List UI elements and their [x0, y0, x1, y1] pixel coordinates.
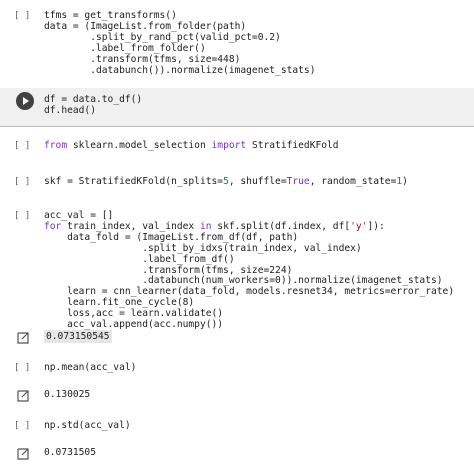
code-editor[interactable]: np.std(acc_val)	[44, 420, 464, 432]
code-line: df.head()	[44, 104, 96, 116]
code-text: sklearn.model_selection	[67, 140, 212, 151]
cell-run-indicator[interactable]: [ ]	[14, 363, 36, 373]
code-cell-mean[interactable]: [ ] np.mean(acc_val)	[0, 362, 474, 378]
keyword: import	[211, 140, 247, 151]
code-cell-std[interactable]: [ ] np.std(acc_val)	[0, 420, 474, 436]
code-line: loss,acc = learn.validate()	[44, 308, 224, 320]
code-line: np.mean(acc_val)	[44, 362, 137, 373]
code-line: data_fold = (ImageList.from_df(df, path)	[44, 231, 299, 243]
code-text: train_index, val_index	[61, 220, 200, 232]
cell-run-indicator[interactable]: [ ]	[14, 211, 36, 221]
code-editor[interactable]: acc_val = [] for train_index, val_index …	[44, 210, 464, 331]
code-line: np.std(acc_val)	[44, 420, 131, 431]
code-editor[interactable]: df = data.to_df() df.head()	[44, 94, 464, 117]
output-value: 0.0731505	[44, 447, 96, 458]
code-cell-skf[interactable]: [ ] skf = StratifiedKFold(n_splits=5, sh…	[0, 174, 474, 194]
cell-output: 0.0731505	[0, 446, 474, 462]
output-value: 0.130025	[44, 389, 91, 400]
keyword: for	[44, 220, 62, 232]
code-text: ]):	[367, 220, 385, 232]
code-text: StratifiedKFold	[246, 140, 339, 151]
cell-run-indicator[interactable]: [ ]	[14, 141, 36, 151]
code-line: .split_by_idxs(train_index, val_index)	[44, 242, 362, 254]
code-line: .databunch()).normalize(imagenet_stats)	[44, 64, 316, 76]
cell-output: 0.130025	[0, 388, 474, 404]
code-cell-cv-loop[interactable]: [ ] acc_val = [] for train_index, val_in…	[0, 208, 474, 330]
code-cell-import[interactable]: [ ] from sklearn.model_selection import …	[0, 138, 474, 158]
cell-run-indicator[interactable]: [ ]	[14, 421, 36, 431]
code-cell-transforms[interactable]: [ ] tfms = get_transforms() data = (Imag…	[0, 8, 474, 80]
output-arrow-icon	[17, 448, 29, 460]
code-editor[interactable]: skf = StratifiedKFold(n_splits=5, shuffl…	[44, 176, 464, 188]
code-line: .label_from_folder()	[44, 42, 206, 54]
code-line: df = data.to_df()	[44, 94, 143, 105]
output-arrow-icon	[17, 390, 29, 402]
keyword: True	[286, 176, 310, 187]
code-line: acc_val.append(acc.numpy())	[44, 319, 224, 331]
keyword: from	[44, 140, 68, 151]
code-editor[interactable]: from sklearn.model_selection import Stra…	[44, 140, 464, 152]
output-value: 0.073150545	[44, 330, 112, 343]
code-line: learn = cnn_learner(data_fold, models.re…	[44, 286, 455, 298]
code-line: acc_val = []	[44, 210, 114, 221]
code-text: skf = StratifiedKFold(n_splits=	[44, 176, 224, 187]
code-line: .transform(tfms, size=448)	[44, 53, 241, 65]
code-text: , random_state=	[309, 176, 397, 187]
code-text: skf.split(df.index, df[	[211, 220, 351, 232]
code-line: .databunch(num_workers=0)).normalize(ima…	[44, 275, 443, 287]
string-literal: 'y'	[350, 220, 368, 232]
code-text: , shuffle=	[228, 176, 287, 187]
code-line: .label_from_df()	[44, 253, 235, 265]
code-line: .transform(tfms, size=224)	[44, 264, 293, 276]
code-line: data = (ImageList.from_folder(path)	[44, 20, 247, 32]
cell-run-indicator[interactable]: [ ]	[14, 177, 36, 187]
code-line: .split_by_rand_pct(valid_pct=0.2)	[44, 31, 281, 43]
keyword: in	[199, 220, 212, 232]
code-line: tfms = get_transforms()	[44, 10, 177, 21]
code-line: learn.fit_one_cycle(8)	[44, 297, 195, 309]
cell-output: 0.073150545	[0, 330, 474, 346]
code-cell-to-df[interactable]: df = data.to_df() df.head()	[0, 88, 474, 127]
code-text: )	[402, 176, 408, 187]
code-editor[interactable]: np.mean(acc_val)	[44, 362, 464, 374]
cell-run-indicator[interactable]: [ ]	[14, 11, 36, 21]
run-cell-button[interactable]	[16, 92, 34, 110]
code-editor[interactable]: tfms = get_transforms() data = (ImageLis…	[44, 10, 464, 76]
output-arrow-icon	[17, 332, 29, 344]
